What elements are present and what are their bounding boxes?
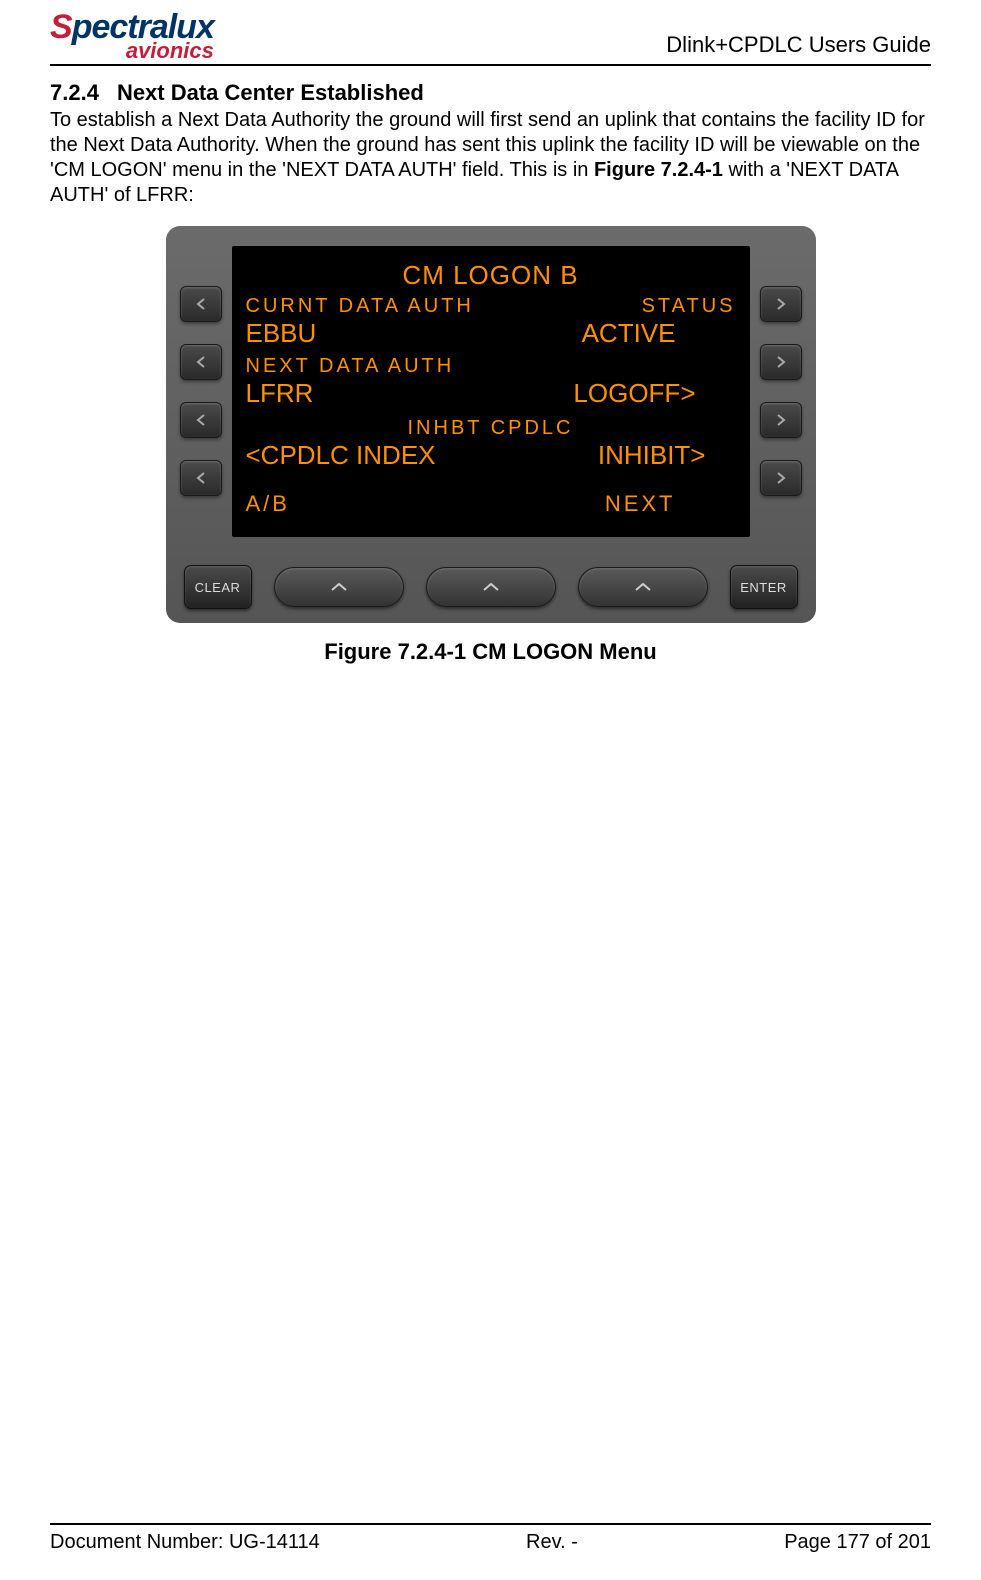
rocker-1[interactable]: [274, 567, 404, 607]
left-line-keys: [180, 246, 222, 496]
footer-right: NEXT: [605, 491, 676, 517]
doc-title: Dlink+CPDLC Users Guide: [666, 32, 931, 60]
page-header: Spectralux avionics Dlink+CPDLC Users Gu…: [50, 12, 931, 66]
figure-caption: Figure 7.2.4-1 CM LOGON Menu: [50, 639, 931, 665]
row2-right-action: LOGOFF>: [573, 378, 695, 409]
section-title: Next Data Center Established: [117, 80, 424, 105]
row2-left-value: LFRR: [246, 378, 314, 409]
clear-button[interactable]: CLEAR: [184, 565, 252, 609]
para-ref: Figure 7.2.4-1: [594, 159, 723, 181]
footer-rev: Rev. -: [526, 1531, 578, 1554]
row1-right-label: STATUS: [642, 295, 736, 318]
row3-small-label: INHBT CPDLC: [242, 417, 740, 440]
row1-left-value: EBBU: [246, 318, 317, 349]
lsk-r1[interactable]: [760, 286, 802, 322]
rocker-2[interactable]: [426, 567, 556, 607]
row3-left-action: <CPDLC INDEX: [246, 440, 436, 471]
section-number: 7.2.4: [50, 80, 99, 105]
page-footer: Document Number: UG-14114 Rev. - Page 17…: [50, 1523, 931, 1554]
footer-left: A/B: [246, 491, 290, 517]
lsk-r2[interactable]: [760, 344, 802, 380]
footer-docnum: Document Number: UG-14114: [50, 1531, 320, 1554]
lsk-r3[interactable]: [760, 402, 802, 438]
footer-page: Page 177 of 201: [784, 1531, 931, 1554]
logo-sub: avionics: [50, 41, 214, 61]
rocker-3[interactable]: [578, 567, 708, 607]
enter-button[interactable]: ENTER: [730, 565, 798, 609]
screen-title: CM LOGON B: [242, 260, 740, 291]
cdu-device: CM LOGON B CURNT DATA AUTH STATUS EBBU A…: [166, 226, 816, 623]
lsk-l1[interactable]: [180, 286, 222, 322]
lsk-r4[interactable]: [760, 460, 802, 496]
lsk-l4[interactable]: [180, 460, 222, 496]
row2-label: NEXT DATA AUTH: [242, 355, 740, 378]
logo: Spectralux avionics: [50, 12, 214, 60]
lsk-l2[interactable]: [180, 344, 222, 380]
section-heading: 7.2.4 Next Data Center Established: [50, 80, 931, 106]
cdu-screen: CM LOGON B CURNT DATA AUTH STATUS EBBU A…: [232, 246, 750, 537]
row1-right-value: ACTIVE: [582, 318, 676, 349]
lsk-l3[interactable]: [180, 402, 222, 438]
row3-right-action: INHIBIT>: [598, 440, 706, 471]
right-line-keys: [760, 246, 802, 496]
body-paragraph: To establish a Next Data Authority the g…: [50, 108, 931, 208]
row1-left-label: CURNT DATA AUTH: [246, 295, 474, 318]
